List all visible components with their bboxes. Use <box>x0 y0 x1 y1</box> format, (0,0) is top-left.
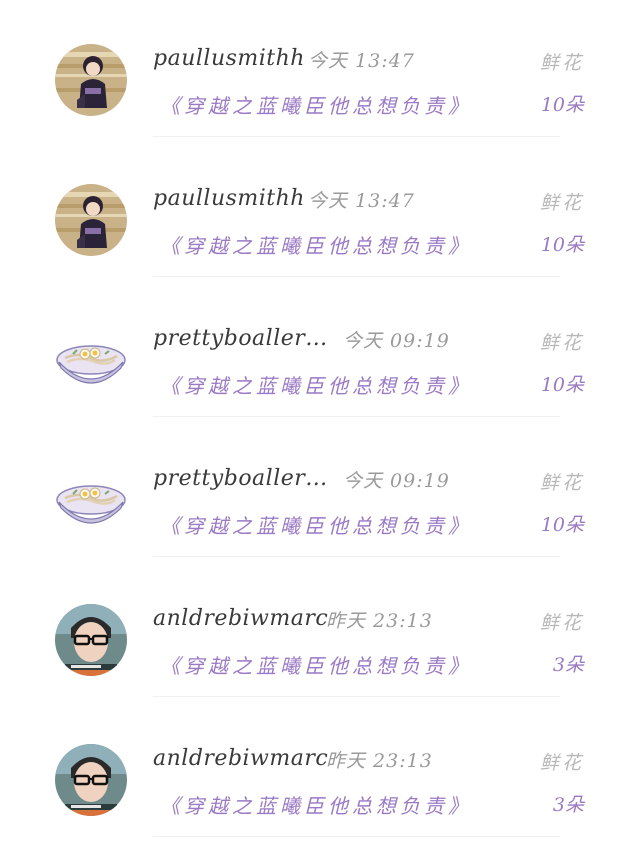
gift-count: 10朵 <box>540 374 584 396</box>
gift-record-row[interactable]: paullusmithh 今天 13:47 《穿越之蓝曦臣他总想负责》 鲜花 1… <box>0 0 640 140</box>
gift-count: 10朵 <box>540 94 584 116</box>
gift-type-label: 鲜花 <box>539 752 584 774</box>
book-title-link[interactable]: 《穿越之蓝曦臣他总想负责》 <box>160 510 472 539</box>
gift-record-row[interactable]: prettyboaller… 今天 09:19 《穿越之蓝曦臣他总想负责》 鲜花… <box>0 420 640 560</box>
book-title-link[interactable]: 《穿越之蓝曦臣他总想负责》 <box>160 790 472 819</box>
gift-record-row[interactable]: anldrebiwmarc 昨天 23:13 《穿越之蓝曦臣他总想负责》 鲜花 … <box>0 700 640 840</box>
book-title-link[interactable]: 《穿越之蓝曦臣他总想负责》 <box>160 90 472 119</box>
username[interactable]: paullusmithh <box>153 186 305 211</box>
gift-type-label: 鲜花 <box>539 192 584 214</box>
user-avatar[interactable] <box>55 184 127 256</box>
row-divider <box>153 136 560 137</box>
noodle-bowl-avatar-icon <box>55 324 127 396</box>
timestamp: 今天 13:47 <box>308 50 415 72</box>
username[interactable]: paullusmithh <box>153 46 305 71</box>
gift-type-label: 鲜花 <box>539 52 584 74</box>
timestamp: 今天 09:19 <box>343 470 450 492</box>
gift-record-list: paullusmithh 今天 13:47 《穿越之蓝曦臣他总想负责》 鲜花 1… <box>0 0 640 845</box>
timestamp: 今天 13:47 <box>308 190 415 212</box>
gift-type-label: 鲜花 <box>539 472 584 494</box>
username[interactable]: anldrebiwmarc <box>153 746 328 771</box>
book-title-link[interactable]: 《穿越之蓝曦臣他总想负责》 <box>160 650 472 679</box>
username[interactable]: anldrebiwmarc <box>153 606 328 631</box>
user-avatar[interactable] <box>55 324 127 396</box>
row-divider <box>153 416 560 417</box>
user-avatar[interactable] <box>55 744 127 816</box>
user-avatar[interactable] <box>55 604 127 676</box>
anime-character-avatar-icon <box>55 44 127 116</box>
gift-record-row[interactable]: prettyboaller… 今天 09:19 《穿越之蓝曦臣他总想负责》 鲜花… <box>0 280 640 420</box>
noodle-bowl-avatar-icon <box>55 464 127 536</box>
gift-count: 10朵 <box>540 234 584 256</box>
username[interactable]: prettyboaller… <box>153 326 328 351</box>
gift-count: 3朵 <box>552 654 584 676</box>
person-glasses-avatar-icon <box>55 744 127 816</box>
gift-type-label: 鲜花 <box>539 332 584 354</box>
person-glasses-avatar-icon <box>55 604 127 676</box>
book-title-link[interactable]: 《穿越之蓝曦臣他总想负责》 <box>160 370 472 399</box>
row-divider <box>153 556 560 557</box>
gift-record-row[interactable]: paullusmithh 今天 13:47 《穿越之蓝曦臣他总想负责》 鲜花 1… <box>0 140 640 280</box>
row-divider <box>153 696 560 697</box>
username[interactable]: prettyboaller… <box>153 466 328 491</box>
gift-type-label: 鲜花 <box>539 612 584 634</box>
user-avatar[interactable] <box>55 464 127 536</box>
user-avatar[interactable] <box>55 44 127 116</box>
row-divider <box>153 276 560 277</box>
gift-count: 10朵 <box>540 514 584 536</box>
timestamp: 昨天 23:13 <box>326 610 433 632</box>
book-title-link[interactable]: 《穿越之蓝曦臣他总想负责》 <box>160 230 472 259</box>
gift-record-row[interactable]: anldrebiwmarc 昨天 23:13 《穿越之蓝曦臣他总想负责》 鲜花 … <box>0 560 640 700</box>
timestamp: 今天 09:19 <box>343 330 450 352</box>
row-divider <box>153 836 560 837</box>
gift-count: 3朵 <box>552 794 584 816</box>
timestamp: 昨天 23:13 <box>326 750 433 772</box>
anime-character-avatar-icon <box>55 184 127 256</box>
